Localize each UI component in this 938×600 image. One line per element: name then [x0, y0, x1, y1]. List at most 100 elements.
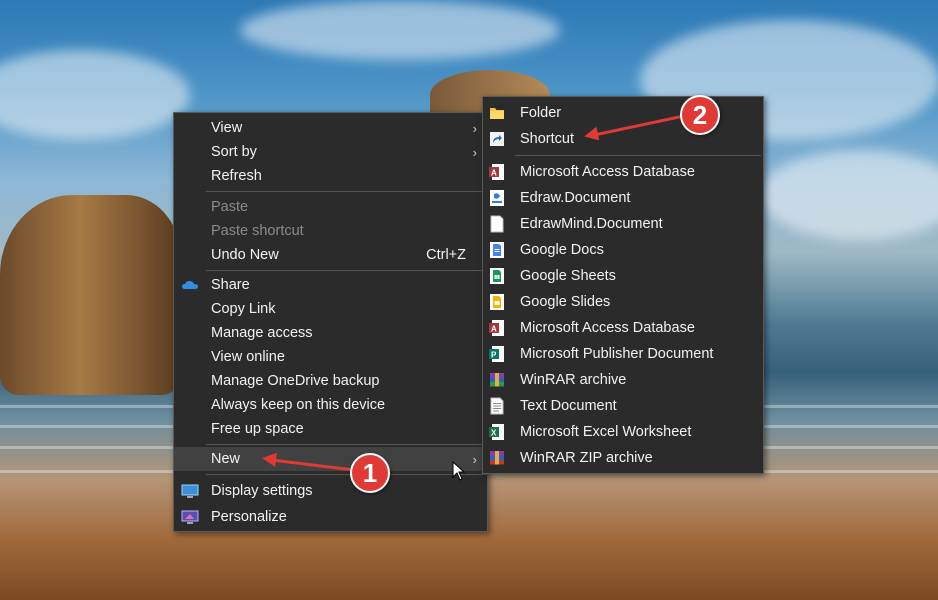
menu-item-label: WinRAR ZIP archive [520, 450, 653, 466]
google-slides-icon [489, 293, 505, 311]
menu-item-display-settings[interactable]: Display settings [174, 479, 487, 503]
new-item-publisher-document[interactable]: P Microsoft Publisher Document [483, 342, 763, 366]
menu-item-label: Undo New [211, 247, 279, 263]
menu-item-label: Microsoft Publisher Document [520, 346, 714, 362]
menu-item-label: Text Document [520, 398, 617, 414]
menu-separator [206, 191, 487, 192]
text-document-icon [489, 397, 505, 415]
mouse-cursor-icon [452, 461, 466, 481]
menu-item-label: Edraw.Document [520, 190, 631, 206]
menu-item-label: Copy Link [211, 301, 276, 317]
new-submenu: Folder Shortcut A Microsoft Access Datab… [482, 96, 764, 474]
arrow-head-icon [582, 126, 600, 144]
winrar-zip-icon [489, 449, 505, 467]
new-item-google-sheets[interactable]: Google Sheets [483, 264, 763, 288]
callout-badge-2: 2 [680, 95, 720, 135]
chevron-right-icon: › [472, 144, 477, 160]
onedrive-icon [181, 277, 198, 293]
arrow-head-icon [261, 451, 277, 467]
menu-item-label: Shortcut [520, 131, 574, 147]
menu-item-label: Google Docs [520, 242, 604, 258]
menu-item-manage-onedrive-backup[interactable]: Manage OneDrive backup [174, 369, 487, 393]
menu-item-label: EdrawMind.Document [520, 216, 663, 232]
new-item-access-database-2[interactable]: A Microsoft Access Database [483, 316, 763, 340]
svg-text:A: A [491, 325, 497, 334]
menu-item-personalize[interactable]: Personalize [174, 505, 487, 529]
menu-item-label: Display settings [211, 483, 313, 499]
chevron-right-icon: › [472, 120, 477, 136]
menu-item-label: WinRAR archive [520, 372, 627, 388]
callout-badge-1: 1 [350, 453, 390, 493]
cloud [760, 150, 938, 240]
blank-document-icon [489, 215, 505, 233]
new-item-edrawmind-document[interactable]: EdrawMind.Document [483, 212, 763, 236]
menu-item-refresh[interactable]: Refresh [174, 164, 487, 188]
menu-item-paste-shortcut: Paste shortcut [174, 219, 487, 243]
new-item-folder[interactable]: Folder [483, 101, 763, 125]
menu-item-copy-link[interactable]: Copy Link [174, 297, 487, 321]
new-item-winrar-archive[interactable]: WinRAR archive [483, 368, 763, 392]
access-icon: A [489, 163, 505, 181]
display-settings-icon [181, 483, 199, 499]
desktop-context-menu: View › Sort by › Refresh Paste Paste sho… [173, 112, 488, 532]
menu-item-label: Folder [520, 105, 562, 121]
menu-item-label: Paste shortcut [211, 223, 304, 239]
new-item-shortcut[interactable]: Shortcut [483, 127, 763, 151]
menu-item-label: Share [211, 277, 250, 293]
new-item-text-document[interactable]: Text Document [483, 394, 763, 418]
menu-item-label: Microsoft Access Database [520, 320, 695, 336]
chevron-right-icon: › [472, 451, 477, 467]
menu-item-view-online[interactable]: View online [174, 345, 487, 369]
menu-item-sort-by[interactable]: Sort by › [174, 140, 487, 164]
google-sheets-icon [489, 267, 505, 285]
menu-item-label: Microsoft Excel Worksheet [520, 424, 692, 440]
menu-item-label: Manage access [211, 325, 313, 341]
new-item-google-docs[interactable]: Google Docs [483, 238, 763, 262]
menu-item-label: Google Slides [520, 294, 611, 310]
excel-icon: X [489, 423, 505, 441]
rock-formation [0, 195, 180, 395]
menu-item-label: Always keep on this device [211, 397, 386, 413]
cloud [0, 50, 190, 140]
new-item-winrar-zip-archive[interactable]: WinRAR ZIP archive [483, 446, 763, 470]
menu-item-label: Manage OneDrive backup [211, 373, 380, 389]
menu-item-undo-new[interactable]: Undo New Ctrl+Z [174, 243, 487, 267]
menu-separator [206, 474, 487, 475]
svg-text:P: P [491, 351, 497, 360]
menu-item-free-up-space[interactable]: Free up space [174, 417, 487, 441]
menu-separator [515, 155, 761, 156]
svg-text:A: A [491, 169, 497, 178]
menu-item-label: Personalize [211, 509, 287, 525]
personalize-icon [181, 509, 199, 525]
access-icon: A [489, 319, 505, 337]
menu-separator [206, 444, 487, 445]
menu-item-manage-access[interactable]: Manage access [174, 321, 487, 345]
menu-item-view[interactable]: View › [174, 116, 487, 140]
winrar-icon [489, 371, 505, 389]
menu-item-label: Refresh [211, 168, 262, 184]
shortcut-icon [489, 130, 505, 148]
menu-item-label: View online [211, 349, 285, 365]
new-item-google-slides[interactable]: Google Slides [483, 290, 763, 314]
google-docs-icon [489, 241, 505, 259]
menu-item-label: Paste [211, 199, 249, 215]
menu-item-label: View [211, 120, 243, 136]
menu-separator [206, 270, 487, 271]
cloud [240, 0, 560, 60]
keyboard-shortcut: Ctrl+Z [426, 247, 466, 263]
folder-icon [489, 104, 505, 122]
menu-item-label: Microsoft Access Database [520, 164, 695, 180]
menu-item-always-keep[interactable]: Always keep on this device [174, 393, 487, 417]
menu-item-label: New [211, 451, 241, 467]
menu-item-label: Sort by [211, 144, 257, 160]
menu-item-share[interactable]: Share [174, 273, 487, 297]
new-item-access-database[interactable]: A Microsoft Access Database [483, 160, 763, 184]
svg-text:X: X [491, 429, 497, 438]
new-item-excel-worksheet[interactable]: X Microsoft Excel Worksheet [483, 420, 763, 444]
menu-item-label: Google Sheets [520, 268, 616, 284]
edraw-icon [489, 189, 505, 207]
new-item-edraw-document[interactable]: Edraw.Document [483, 186, 763, 210]
menu-item-paste: Paste [174, 195, 487, 219]
menu-item-label: Free up space [211, 421, 304, 437]
publisher-icon: P [489, 345, 505, 363]
